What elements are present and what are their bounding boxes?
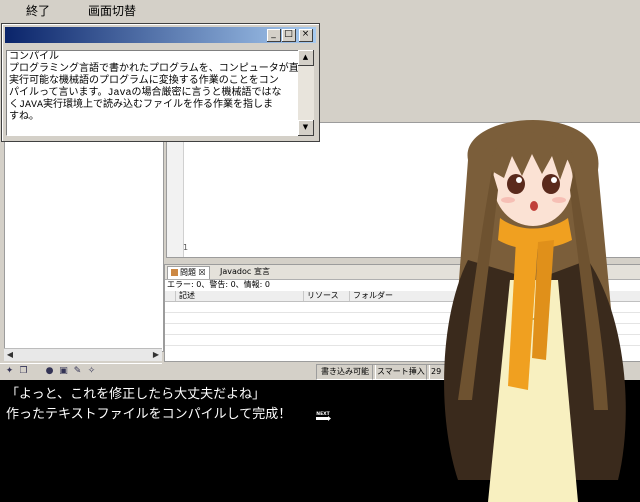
toolbar-icon[interactable]: ✦ bbox=[4, 366, 15, 377]
problems-icon bbox=[171, 269, 178, 276]
character-sprite bbox=[444, 120, 626, 502]
character-eye-left bbox=[507, 174, 525, 194]
tab-problems-label: 問題 bbox=[180, 268, 196, 277]
glossary-titlebar[interactable]: _ □ × bbox=[5, 27, 316, 43]
tab-javadoc[interactable]: Javadoc bbox=[217, 266, 254, 278]
scroll-up-icon[interactable]: ▲ bbox=[298, 50, 314, 66]
col-resource[interactable]: リソース bbox=[303, 291, 351, 301]
minimize-button[interactable]: _ bbox=[267, 29, 281, 42]
package-explorer[interactable] bbox=[4, 122, 164, 352]
glossary-text-area[interactable]: コンパイル プログラミング言語で書かれたプログラムを、コンピュータが直接 実行可… bbox=[6, 50, 300, 136]
menu-switch-screen[interactable]: 画面切替 bbox=[78, 0, 146, 22]
menu-bar: 終了 画面切替 bbox=[0, 0, 640, 23]
maximize-button[interactable]: □ bbox=[282, 29, 296, 42]
toolbar-icon[interactable]: ● bbox=[44, 366, 55, 377]
dialogue-line-1: 「よっと、これを修正したら大丈夫だよね」 bbox=[6, 387, 266, 402]
bottom-toolbar: ✦ ❐ ● ▣ ✎ ✧ bbox=[0, 363, 162, 380]
toolbar-icon[interactable]: ✧ bbox=[86, 366, 97, 377]
line-number: 1 bbox=[183, 243, 189, 252]
glossary-scrollbar[interactable]: ▲ ▼ bbox=[298, 50, 314, 136]
editor-gutter bbox=[167, 123, 184, 257]
toolbar-icon[interactable]: ✎ bbox=[72, 366, 83, 377]
toolbar-icon[interactable]: ❐ bbox=[18, 366, 29, 377]
toolbar-icon[interactable]: ▣ bbox=[58, 366, 69, 377]
glossary-text: コンパイル プログラミング言語で書かれたプログラムを、コンピュータが直接 実行可… bbox=[9, 52, 300, 123]
character-mouth bbox=[530, 201, 538, 211]
glossary-window: _ □ × コンパイル プログラミング言語で書かれたプログラムを、コンピュータが… bbox=[1, 23, 320, 142]
scroll-right-icon[interactable]: ▶ bbox=[150, 349, 162, 361]
status-writable: 書き込み可能 bbox=[316, 364, 376, 380]
menu-end[interactable]: 終了 bbox=[16, 0, 60, 22]
tab-declaration[interactable]: 宣言 bbox=[251, 266, 273, 278]
character-eye-right bbox=[542, 174, 560, 194]
dialogue-line-2: 作ったテキストファイルをコンパイルして完成！ bbox=[6, 407, 292, 422]
problems-summary: エラー: 0、警告: 0、情報: 0 bbox=[167, 280, 270, 289]
scroll-left-icon[interactable]: ◀ bbox=[4, 349, 16, 361]
tab-problems[interactable]: 問題 ☒ bbox=[167, 266, 210, 279]
scroll-down-icon[interactable]: ▼ bbox=[298, 120, 314, 136]
status-insert: スマート挿入 bbox=[372, 364, 430, 380]
explorer-scrollbar[interactable]: ◀ ▶ bbox=[4, 348, 162, 361]
tab-close-icon[interactable]: ☒ bbox=[199, 268, 206, 277]
close-button[interactable]: × bbox=[299, 29, 313, 42]
next-icon[interactable]: NEXT bbox=[314, 410, 332, 421]
next-label: NEXT bbox=[316, 411, 330, 417]
col-description[interactable]: 記述 bbox=[175, 291, 305, 301]
